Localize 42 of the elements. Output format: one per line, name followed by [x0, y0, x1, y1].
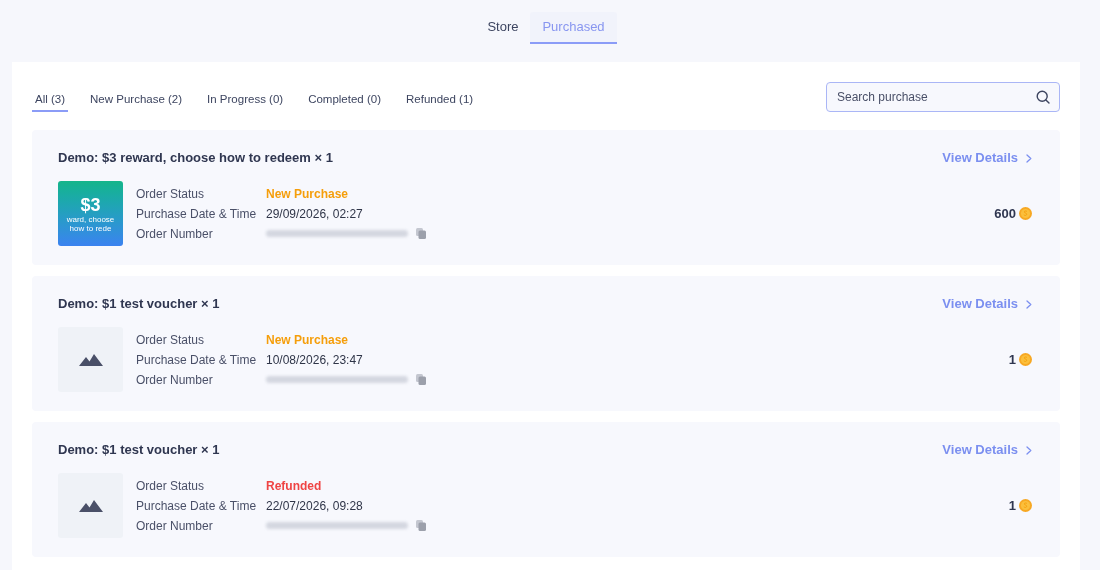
copy-icon[interactable] [416, 374, 426, 385]
filter-tab[interactable]: New Purchase (2) [87, 90, 186, 112]
field-label: Order Number [136, 517, 214, 535]
mountain-icon [78, 353, 103, 366]
field-label: Purchase Date & Time [136, 205, 258, 223]
filter-tab[interactable]: Refunded (1) [403, 90, 477, 112]
field-label: Order Status [136, 331, 206, 349]
copy-icon[interactable] [416, 228, 426, 239]
field-label: Order Status [136, 185, 206, 203]
price-amount: 600 [994, 204, 1016, 223]
field-label: Order Status [136, 477, 206, 495]
purchase-date-value: 10/08/2026, 23:47 [266, 351, 363, 369]
price-amount: 1 [1008, 496, 1016, 515]
purchase-date-value: 22/07/2026, 09:28 [266, 497, 363, 515]
field-label: Order Number [136, 371, 214, 389]
filter-tab[interactable]: In Progress (0) [204, 90, 287, 112]
chevron-right-icon [1026, 299, 1032, 309]
search-icon[interactable] [1036, 90, 1050, 104]
coin-icon [1019, 353, 1032, 366]
filter-tab[interactable]: All (3) [32, 90, 69, 112]
price-amount: 1 [1008, 350, 1016, 369]
order-title: Demo: $3 reward, choose how to redeem × 1 [58, 149, 333, 168]
copy-icon[interactable] [416, 520, 426, 531]
order-title: Demo: $1 test voucher × 1 [58, 295, 220, 314]
mountain-icon [78, 499, 103, 512]
field-label: Order Number [136, 225, 214, 243]
field-label: Purchase Date & Time [136, 351, 258, 369]
order-status-value: New Purchase [266, 185, 349, 203]
filter-tab[interactable]: Completed (0) [305, 90, 384, 112]
field-label: Purchase Date & Time [136, 497, 258, 515]
order-status-value: New Purchase [266, 331, 349, 349]
search-field[interactable]: Search purchase [826, 82, 1060, 112]
order-title: Demo: $1 test voucher × 1 [58, 441, 220, 460]
top-tab[interactable]: Store [475, 12, 531, 44]
voucher-caption: ward, choose how to rede [65, 214, 116, 233]
chevron-right-icon [1026, 153, 1032, 163]
purchase-date-value: 29/09/2026, 02:27 [266, 205, 363, 223]
chevron-right-icon [1026, 445, 1032, 455]
coin-icon [1019, 499, 1032, 512]
voucher-amount: $3 [80, 194, 101, 215]
coin-icon [1019, 207, 1032, 220]
order-status-value: Refunded [266, 477, 322, 495]
